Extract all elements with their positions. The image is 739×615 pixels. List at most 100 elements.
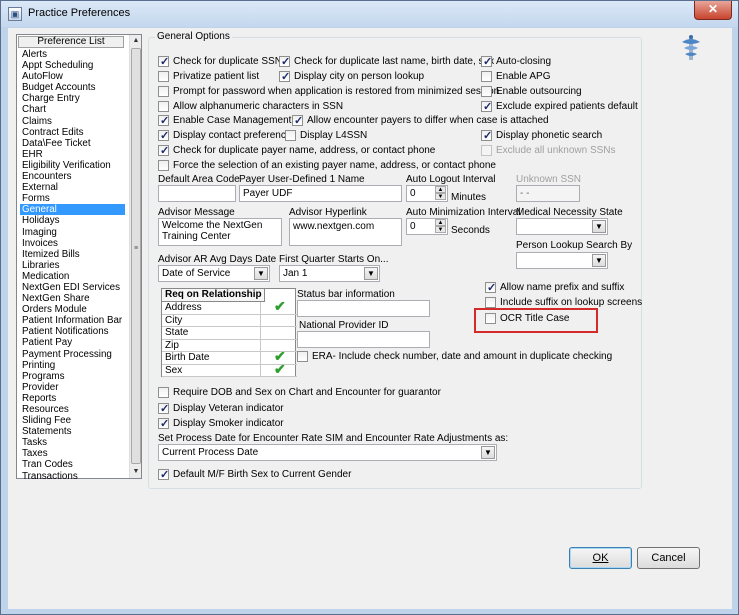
preference-list-item[interactable]: Payment Processing (20, 349, 125, 360)
udf-input[interactable]: Payer UDF (239, 185, 402, 202)
checkbox-checked-icon[interactable] (158, 417, 169, 430)
preference-list-item[interactable]: Statements (20, 426, 125, 437)
chevron-down-icon[interactable]: ▼ (364, 267, 378, 280)
exclude-expired-patients[interactable]: Exclude expired patients default (481, 100, 638, 113)
display-smoker-indicator[interactable]: Display Smoker indicator (158, 417, 284, 430)
checkbox-icon[interactable] (158, 101, 169, 112)
scroll-up-icon[interactable]: ▲ (130, 35, 142, 47)
prompt-password[interactable]: Prompt for password when application is … (158, 85, 499, 98)
preference-list-item[interactable]: Alerts (20, 49, 125, 60)
allow-encounter-payers[interactable]: Allow encounter payers to differ when ca… (292, 114, 549, 127)
checkbox-icon[interactable] (158, 86, 169, 97)
checkbox-checked-icon[interactable] (292, 114, 303, 127)
checkbox-checked-icon[interactable] (158, 144, 169, 157)
advisor-hyperlink-input[interactable]: www.nextgen.com (289, 218, 402, 246)
preference-list-item[interactable]: NextGen EDI Services (20, 282, 125, 293)
preference-list-item[interactable]: Chart (20, 104, 125, 115)
minimization-spinner[interactable]: 0 ▲ ▼ (406, 218, 448, 235)
spin-down-icon[interactable]: ▼ (435, 193, 446, 200)
person-lookup-select[interactable]: ▼ (516, 252, 608, 269)
force-existing-payer[interactable]: Force the selection of an existing payer… (158, 159, 496, 172)
checkbox-icon[interactable] (158, 71, 169, 82)
preference-list-item[interactable]: Holidays (20, 215, 125, 226)
status-bar-input[interactable] (297, 300, 430, 317)
check-duplicate-ssn[interactable]: Check for duplicate SSN (158, 55, 282, 68)
table-row[interactable]: State (162, 327, 297, 340)
checkbox-checked-icon[interactable] (481, 55, 492, 68)
checkbox-icon[interactable] (297, 351, 308, 362)
checkbox-checked-icon[interactable] (485, 281, 496, 294)
display-veteran-indicator[interactable]: Display Veteran indicator (158, 402, 284, 415)
preference-list-item[interactable]: Budget Accounts (20, 82, 125, 93)
display-city-lookup[interactable]: Display city on person lookup (279, 70, 424, 83)
preference-list-item[interactable]: Appt Scheduling (20, 60, 125, 71)
preference-list-item[interactable]: External (20, 182, 125, 193)
display-contact-preference[interactable]: Display contact preference (158, 129, 291, 142)
preference-list-item[interactable]: Invoices (20, 238, 125, 249)
chevron-down-icon[interactable]: ▼ (481, 446, 495, 459)
checkbox-checked-icon[interactable] (158, 468, 169, 481)
checkbox-checked-icon[interactable] (481, 129, 492, 142)
preference-list-item[interactable]: Taxes (20, 448, 125, 459)
auto-closing[interactable]: Auto-closing (481, 55, 551, 68)
table-row[interactable]: Sex ✔ (162, 362, 297, 377)
preference-list-item[interactable]: Patient Pay (20, 337, 125, 348)
preference-list-item[interactable]: Encounters (20, 171, 125, 182)
preference-list-item[interactable]: Medication (20, 271, 125, 282)
checkbox-icon[interactable] (158, 387, 169, 398)
checkbox-icon[interactable] (158, 160, 169, 171)
checkbox-checked-icon[interactable] (158, 55, 169, 68)
ok-button[interactable]: OK (569, 547, 632, 569)
privatize-patient-list[interactable]: Privatize patient list (158, 70, 259, 83)
medical-necessity-select[interactable]: ▼ (516, 218, 608, 235)
preference-list-item[interactable]: Patient Information Bar (20, 315, 125, 326)
preference-list-item[interactable]: Programs (20, 371, 125, 382)
unknown-ssn-input[interactable]: - - (516, 185, 580, 202)
preference-list-item[interactable]: Libraries (20, 260, 125, 271)
preference-list-item[interactable]: Patient Notifications (20, 326, 125, 337)
green-check-icon[interactable]: ✔ (274, 299, 286, 313)
require-dob-sex[interactable]: Require DOB and Sex on Chart and Encount… (158, 386, 441, 399)
area-code-input[interactable] (158, 185, 236, 202)
first-quarter-select[interactable]: Jan 1 ▼ (279, 265, 380, 282)
preference-list-item[interactable]: Data\Fee Ticket (20, 138, 125, 149)
checkbox-checked-icon[interactable] (158, 129, 169, 142)
checkbox-icon[interactable] (285, 130, 296, 141)
preference-list-item[interactable]: Printing (20, 360, 125, 371)
table-row[interactable]: City (162, 314, 297, 327)
chevron-down-icon[interactable]: ▼ (592, 220, 606, 233)
title-bar[interactable]: ▣ Practice Preferences ✕ (1, 1, 738, 27)
preference-list-scrollbar[interactable]: ▲ ≡ ▼ (129, 35, 141, 478)
preference-list-item[interactable]: Resources (20, 404, 125, 415)
alphanumeric-ssn[interactable]: Allow alphanumeric characters in SSN (158, 100, 343, 113)
checkbox-checked-icon[interactable] (158, 402, 169, 415)
spin-up-icon[interactable]: ▲ (435, 219, 446, 226)
checkbox-checked-icon[interactable] (481, 100, 492, 113)
preference-list-item[interactable]: General (20, 204, 125, 216)
checkbox-icon[interactable] (481, 71, 492, 82)
process-date-select[interactable]: Current Process Date ▼ (158, 444, 497, 461)
preference-list-item[interactable]: Forms (20, 193, 125, 204)
display-l4ssn[interactable]: Display L4SSN (285, 129, 367, 142)
spin-down-icon[interactable]: ▼ (435, 226, 446, 233)
preference-list-item[interactable]: Transactions (20, 471, 125, 482)
preference-list-item[interactable]: Tran Codes (20, 459, 125, 470)
enable-apg[interactable]: Enable APG (481, 70, 550, 83)
green-check-icon[interactable]: ✔ (274, 362, 286, 376)
preference-list-item[interactable]: Tasks (20, 437, 125, 448)
preference-list-item[interactable]: Claims (20, 116, 125, 127)
preference-list-item[interactable]: Contract Edits (20, 127, 125, 138)
ar-days-select[interactable]: Date of Service ▼ (158, 265, 270, 282)
npi-input[interactable] (297, 331, 430, 348)
check-duplicate-last-name[interactable]: Check for duplicate last name, birth dat… (279, 55, 494, 68)
preference-list-item[interactable]: Sliding Fee (20, 415, 125, 426)
advisor-message-input[interactable]: Welcome the NextGen Training Center (158, 218, 282, 246)
preference-list-item[interactable]: Imaging (20, 227, 125, 238)
cancel-button[interactable]: Cancel (637, 547, 700, 569)
default-mf-birth-sex[interactable]: Default M/F Birth Sex to Current Gender (158, 468, 351, 481)
checkbox-icon[interactable] (485, 297, 496, 308)
close-button[interactable]: ✕ (694, 1, 732, 20)
spin-up-icon[interactable]: ▲ (435, 186, 446, 193)
checkbox-icon[interactable] (481, 145, 492, 156)
chevron-down-icon[interactable]: ▼ (254, 267, 268, 280)
